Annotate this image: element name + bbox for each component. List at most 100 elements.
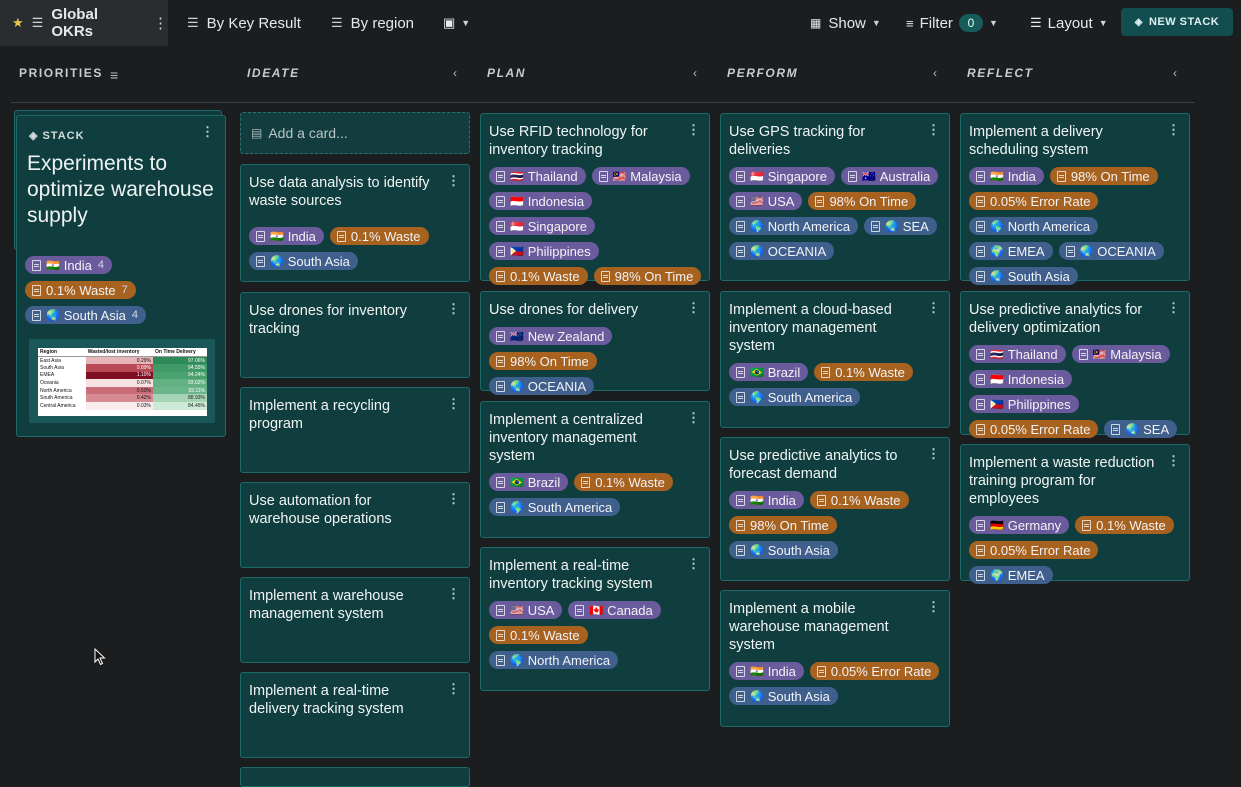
card-menu-icon[interactable]: ⋮ (447, 491, 460, 507)
tag-region[interactable]: 🌎 South America (729, 388, 861, 406)
tag-region[interactable]: 🌏 South Asia (729, 541, 838, 559)
tab-by-region[interactable]: ☰ By region (331, 0, 414, 46)
tag-key-result[interactable]: 0.05% Error Rate (969, 420, 1099, 438)
card-menu-icon[interactable]: ⋮ (687, 300, 700, 316)
board-card[interactable]: Use GPS tracking for deliveries ⋮ 🇸🇬 Singap… (720, 113, 950, 281)
tag-key-result[interactable]: 0.1% Waste (329, 227, 429, 245)
card-menu-icon[interactable]: ⋮ (1167, 453, 1180, 469)
tag-key-result[interactable]: 0.05% Error Rate (969, 541, 1099, 559)
card-menu-icon[interactable]: ⋮ (687, 556, 700, 572)
sort-filter-icon[interactable]: ≡ (110, 67, 118, 83)
tag-country[interactable]: 🇮🇳 India (969, 167, 1044, 185)
board-card[interactable]: Implement a recycling program ⋮ (240, 387, 470, 473)
tag-key-result[interactable]: 98% On Time (808, 192, 917, 210)
tag-country[interactable]: 🇵🇭 Philippines (489, 242, 599, 260)
tag-key-result[interactable]: 0.1% Waste (489, 626, 588, 644)
tag-key-result[interactable]: 98% On Time (729, 516, 837, 534)
board-card[interactable]: Use RFID technology for inventory tracki… (480, 113, 710, 310)
tag-country[interactable]: 🇨🇦 Canada (568, 601, 661, 619)
tag-key-result[interactable]: 0.05% Error Rate (969, 192, 1099, 210)
tag-key-result[interactable]: 0.1% Waste 7 (25, 281, 136, 299)
card-menu-icon[interactable]: ⋮ (927, 446, 940, 462)
tag-region[interactable]: 🌏 South Asia (249, 252, 358, 270)
board-card[interactable]: Use predictive analytics to forecast dem… (720, 437, 950, 581)
board-card[interactable]: Implement a delivery scheduling system ⋮ 🇮… (960, 113, 1190, 285)
board-card[interactable]: Implement a cloud-based inventory manage… (720, 291, 950, 428)
tag-country[interactable]: 🇧🇷 Brazil (489, 473, 569, 491)
tag-country[interactable]: 🇳🇿 New Zealand (489, 327, 613, 345)
collapse-chevron-icon[interactable]: ‹ (693, 66, 697, 80)
card-menu-icon[interactable]: ⋮ (447, 301, 460, 317)
tag-region[interactable]: 🌎 North America (489, 651, 619, 669)
tag-key-result[interactable]: 0.1% Waste (814, 363, 913, 381)
card-menu-icon[interactable]: ⋮ (927, 599, 940, 615)
card-menu-icon[interactable]: ⋮ (1167, 122, 1180, 138)
tag-country[interactable]: 🇦🇺 Australia (840, 167, 939, 185)
tag-country[interactable]: 🇧🇷 Brazil (729, 363, 809, 381)
table-thumbnail[interactable]: Region Wasted/lost inventory On Time Del… (29, 339, 215, 423)
tag-country[interactable]: 🇮🇩 Indonesia (969, 370, 1073, 388)
tag-region[interactable]: 🌎 South America (489, 498, 621, 516)
card-menu-icon[interactable]: ⋮ (447, 681, 460, 697)
add-card-button[interactable]: ▤ Add a card... (240, 112, 470, 154)
filter-button[interactable]: ≡ Filter 0 ▼ (906, 0, 998, 46)
board-card[interactable]: Implement a waste reduction training pro… (960, 444, 1190, 584)
board-card[interactable]: Use drones for delivery ⋮ 🇳🇿 New Zealand 98%… (480, 291, 710, 395)
card-menu-icon[interactable]: ⋮ (927, 300, 940, 316)
tag-region[interactable]: 🌏SEA (1104, 420, 1178, 438)
tag-country[interactable]: 🇮🇳 India (729, 662, 804, 680)
tag-region[interactable]: 🌏 South Asia 4 (25, 306, 146, 324)
tag-key-result[interactable]: 98% On Time (593, 267, 702, 285)
tag-region[interactable]: 🌏 OCEANIA (729, 242, 835, 260)
collapse-chevron-icon[interactable]: ‹ (933, 66, 937, 80)
card-menu-icon[interactable]: ⋮ (447, 173, 460, 189)
tag-country[interactable]: 🇮🇳 India (729, 491, 804, 509)
board-card[interactable]: Implement a real-time inventory tracking… (480, 547, 710, 691)
board-card[interactable]: Use drones for inventory tracking ⋮ (240, 292, 470, 378)
tab-global-okrs[interactable]: ★ ☰ Global OKRs ⋮ (0, 0, 168, 46)
board-card[interactable]: Use automation for warehouse operations ⋮ (240, 482, 470, 568)
board-card[interactable]: Implement a centralized inventory manage… (480, 401, 710, 538)
tag-region[interactable]: 🌏 OCEANIA (489, 377, 595, 395)
tag-key-result[interactable]: 0.1% Waste (809, 491, 909, 509)
tag-country[interactable]: 🇮🇩 Indonesia (489, 192, 593, 210)
card-menu-icon[interactable]: ⋮ (687, 410, 700, 426)
tag-country[interactable]: 🇲🇾 Malaysia (591, 167, 690, 185)
tag-country[interactable]: 🇮🇳 India (249, 227, 324, 245)
tag-country[interactable]: 🇵🇭 Philippines (969, 395, 1079, 413)
board-card[interactable]: Use predictive analytics for delivery op… (960, 291, 1190, 438)
tag-country[interactable]: 🇺🇸 USA (489, 601, 563, 619)
board-card[interactable]: Implement a real-time delivery tracking … (240, 672, 470, 758)
layout-button[interactable]: ☰ Layout ▼ (1030, 0, 1108, 46)
card-menu-icon[interactable]: ⋮ (927, 122, 940, 138)
tag-key-result[interactable]: 0.05% Error Rate (809, 662, 940, 680)
stack-card[interactable]: ◈ STACK ⋮ Experiments to optimize warehou… (16, 115, 226, 437)
board-card[interactable]: Implement a warehouse management system ⋮ (240, 577, 470, 663)
tag-country[interactable]: 🇺🇸 USA (729, 192, 803, 210)
board-card[interactable]: Use data analysis to identify waste sour… (240, 164, 470, 282)
board-card-partial[interactable] (240, 767, 470, 787)
card-menu-icon[interactable]: ⋮ (1167, 300, 1180, 316)
tag-region[interactable]: 🌎 North America (729, 217, 859, 235)
tag-key-result[interactable]: 0.1% Waste (1075, 516, 1174, 534)
card-menu-icon[interactable]: ⋮ (447, 396, 460, 412)
tag-key-result[interactable]: 0.1% Waste (489, 267, 588, 285)
tag-country[interactable]: 🇩🇪 Germany (969, 516, 1070, 534)
tag-country[interactable]: 🇸🇬 Singapore (729, 167, 835, 185)
tag-key-result[interactable]: 98% On Time (489, 352, 597, 370)
new-stack-button[interactable]: ◈ NEW STACK (1121, 8, 1233, 36)
tag-key-result[interactable]: 0.1% Waste (574, 473, 673, 491)
tag-region[interactable]: 🌍 EMEA (969, 242, 1053, 260)
tab-by-key-result[interactable]: ☰ By Key Result (187, 0, 301, 46)
tag-region[interactable]: 🌍 EMEA (969, 566, 1053, 584)
tag-key-result[interactable]: 98% On Time (1049, 167, 1158, 185)
show-button[interactable]: ▦ Show ▼ (810, 0, 881, 46)
tag-region[interactable]: 🌏 OCEANIA (1058, 242, 1164, 260)
card-menu-icon[interactable]: ⋮ (447, 586, 460, 602)
collapse-chevron-icon[interactable]: ‹ (453, 66, 457, 80)
more-vertical-icon[interactable]: ⋮ (153, 14, 168, 32)
tag-region[interactable]: 🌏 South Asia (969, 267, 1078, 285)
collapse-chevron-icon[interactable]: ‹ (1173, 66, 1177, 80)
tag-country[interactable]: 🇲🇾 Malaysia (1071, 345, 1170, 363)
tag-country[interactable]: 🇹🇭 Thailand (969, 345, 1066, 363)
